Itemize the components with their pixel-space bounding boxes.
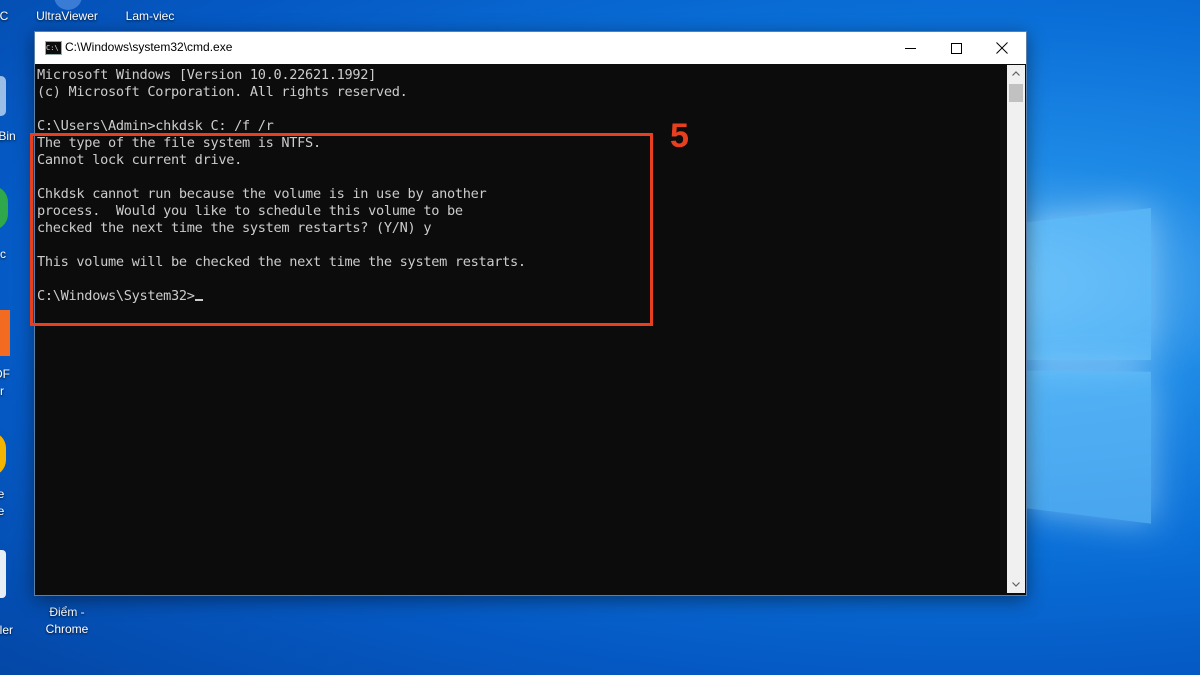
title-bar[interactable]: C:\ C:\Windows\system32\cmd.exe bbox=[35, 32, 1026, 64]
desktop-icon-label: DF bbox=[0, 367, 10, 381]
desktop-icon-label: c bbox=[0, 247, 6, 261]
desktop-icon-c[interactable]: C bbox=[0, 8, 10, 25]
chevron-up-icon bbox=[1012, 71, 1020, 76]
scroll-down-button[interactable] bbox=[1007, 576, 1025, 593]
recycle-bin-icon bbox=[0, 76, 6, 116]
close-button[interactable] bbox=[979, 32, 1025, 64]
desktop-icon-label: Điểm - bbox=[49, 605, 85, 619]
desktop-icon-label: C bbox=[0, 9, 9, 23]
app-green-icon bbox=[0, 186, 8, 230]
desktop-icon-label: Chrome bbox=[45, 622, 89, 636]
chevron-down-icon bbox=[1012, 582, 1020, 587]
window-title: C:\Windows\system32\cmd.exe bbox=[65, 40, 233, 54]
maximize-icon bbox=[950, 42, 962, 54]
minimize-icon bbox=[904, 47, 916, 49]
desktop-icon-pdf[interactable]: DF r bbox=[0, 310, 12, 400]
desktop-icon-ultraviewer[interactable]: UltraViewer bbox=[30, 0, 104, 25]
console-line: Microsoft Windows [Version 10.0.22621.19… bbox=[37, 67, 377, 83]
scroll-up-button[interactable] bbox=[1007, 65, 1025, 82]
desktop-icon-label: e bbox=[0, 487, 5, 501]
desktop-icon-label: ller bbox=[0, 623, 13, 637]
installer-icon bbox=[0, 550, 6, 598]
pdf-app-icon bbox=[0, 310, 10, 356]
vertical-scrollbar[interactable] bbox=[1007, 65, 1025, 593]
scrollbar-thumb[interactable] bbox=[1009, 84, 1023, 102]
desktop-icon-lam-viec[interactable]: Lam-viec bbox=[116, 8, 184, 25]
desktop-icon-chrome-left[interactable]: e e bbox=[0, 432, 8, 520]
desktop-icon-label: Bin bbox=[0, 129, 16, 143]
desktop-icon-label: UltraViewer bbox=[36, 9, 98, 23]
cmd-icon: C:\ bbox=[45, 41, 62, 55]
close-icon bbox=[996, 42, 1008, 54]
chrome-icon bbox=[0, 432, 6, 476]
step-number: 5 bbox=[670, 117, 689, 155]
desktop-icon-diem-chrome[interactable]: Điểm - Chrome bbox=[34, 604, 100, 638]
desktop-icon-recycle-bin[interactable]: Bin bbox=[0, 76, 18, 145]
desktop-icon-label: r bbox=[0, 384, 4, 398]
highlight-box bbox=[30, 133, 653, 326]
minimize-button[interactable] bbox=[887, 32, 933, 64]
desktop-icon-label: Lam-viec bbox=[125, 9, 175, 23]
desktop-icon-app-c[interactable]: c bbox=[0, 186, 10, 263]
desktop-icon-label: e bbox=[0, 504, 5, 518]
maximize-button[interactable] bbox=[933, 32, 979, 64]
desktop-icon-installer[interactable]: ller bbox=[0, 550, 18, 639]
console-line: (c) Microsoft Corporation. All rights re… bbox=[37, 84, 408, 100]
